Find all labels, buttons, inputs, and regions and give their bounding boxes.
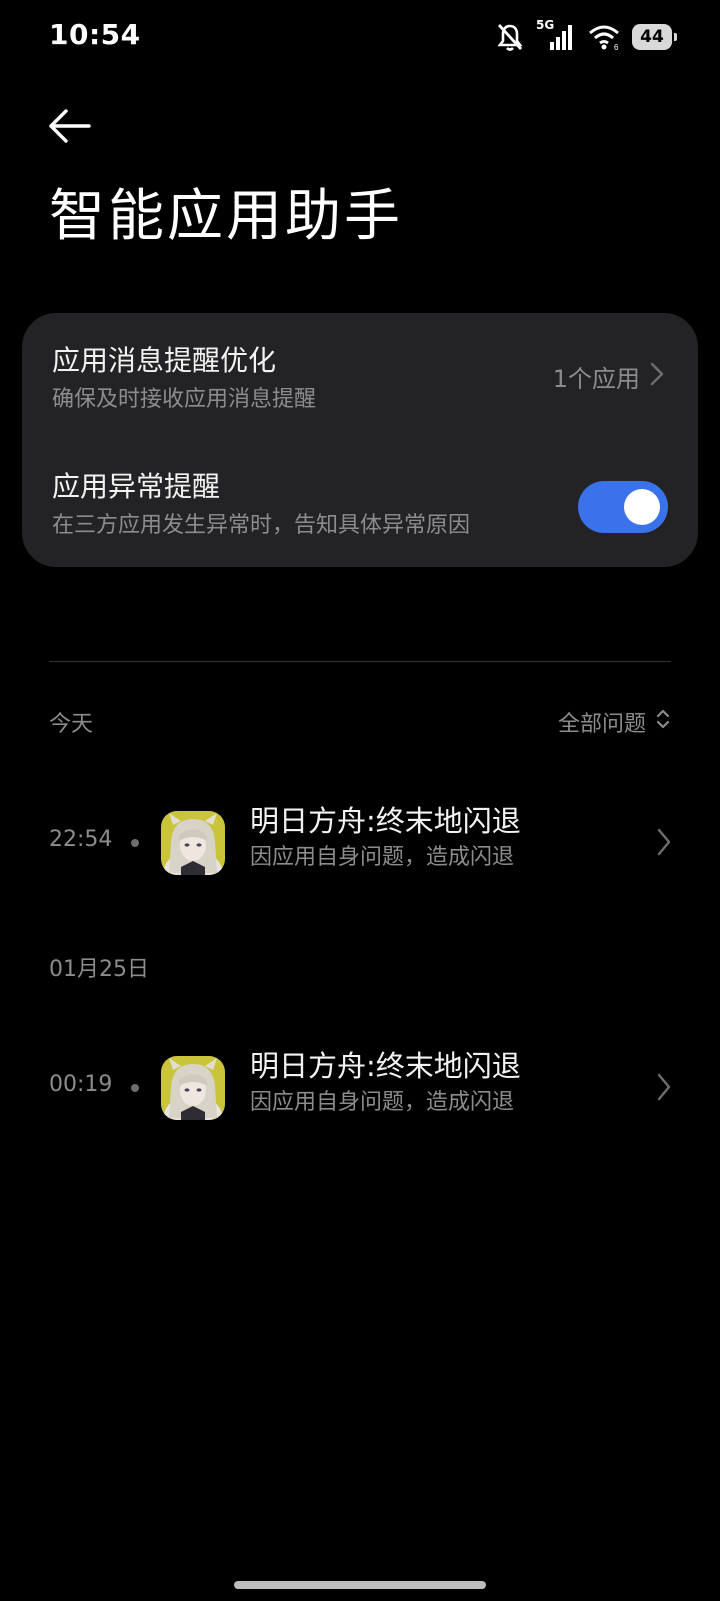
status-icons: 5G 6 44 bbox=[496, 18, 677, 54]
event-reason: 因应用自身问题，造成闪退 bbox=[250, 1090, 515, 1115]
event-time: 00:19 bbox=[49, 1072, 113, 1097]
back-arrow-icon bbox=[47, 108, 93, 148]
status-time: 10:54 bbox=[49, 18, 141, 51]
status-bar: 10:54 5G 6 44 bbox=[0, 0, 720, 74]
divider bbox=[49, 661, 671, 662]
wifi-icon: 6 bbox=[588, 23, 620, 51]
crash-event-row[interactable]: 22:54 明日方舟:终末地闪退 因应用自身问题，造成闪退 bbox=[0, 799, 720, 889]
date-header-today: 今天 bbox=[49, 712, 94, 737]
exception-alert-row: 应用异常提醒 在三方应用发生异常时，告知具体异常原因 bbox=[22, 467, 698, 563]
event-reason: 因应用自身问题，造成闪退 bbox=[250, 845, 515, 870]
settings-card: 应用消息提醒优化 确保及时接收应用消息提醒 1个应用 应用异常提醒 在三方应用发… bbox=[22, 313, 698, 567]
app-count-label: 1个应用 bbox=[552, 365, 640, 393]
event-app-title: 明日方舟:终末地闪退 bbox=[250, 1049, 521, 1083]
date-header-jan25: 01月25日 bbox=[49, 957, 149, 982]
message-optimization-subtitle: 确保及时接收应用消息提醒 bbox=[52, 387, 317, 412]
message-optimization-title: 应用消息提醒优化 bbox=[52, 344, 277, 377]
exception-alert-subtitle: 在三方应用发生异常时，告知具体异常原因 bbox=[52, 513, 471, 538]
bell-off-icon bbox=[496, 22, 524, 52]
svg-text:6: 6 bbox=[614, 43, 619, 51]
back-button[interactable] bbox=[40, 100, 100, 156]
battery-icon: 44 bbox=[632, 24, 677, 50]
game-app-icon bbox=[161, 811, 225, 875]
sort-updown-icon bbox=[656, 708, 670, 736]
game-app-icon bbox=[161, 1056, 225, 1120]
chevron-right-icon bbox=[656, 827, 672, 861]
home-indicator[interactable] bbox=[234, 1581, 486, 1589]
page-title: 智能应用助手 bbox=[49, 184, 403, 249]
problem-filter-dropdown[interactable]: 全部问题 bbox=[558, 706, 670, 738]
event-app-title: 明日方舟:终末地闪退 bbox=[250, 804, 521, 838]
message-optimization-row[interactable]: 应用消息提醒优化 确保及时接收应用消息提醒 1个应用 bbox=[22, 341, 698, 437]
message-optimization-value: 1个应用 bbox=[553, 359, 664, 394]
chevron-right-icon bbox=[650, 362, 664, 392]
timeline-dot bbox=[131, 1084, 139, 1092]
chevron-right-icon bbox=[656, 1072, 672, 1106]
toggle-knob bbox=[624, 489, 660, 525]
event-time: 22:54 bbox=[49, 827, 113, 852]
crash-event-row[interactable]: 00:19 明日方舟:终末地闪退 因应用自身问题，造成闪退 bbox=[0, 1044, 720, 1134]
cellular-signal-icon: 5G bbox=[536, 18, 576, 54]
timeline-dot bbox=[131, 839, 139, 847]
exception-alert-toggle[interactable] bbox=[578, 481, 668, 533]
filter-label: 全部问题 bbox=[557, 712, 646, 737]
exception-alert-title: 应用异常提醒 bbox=[52, 470, 221, 503]
